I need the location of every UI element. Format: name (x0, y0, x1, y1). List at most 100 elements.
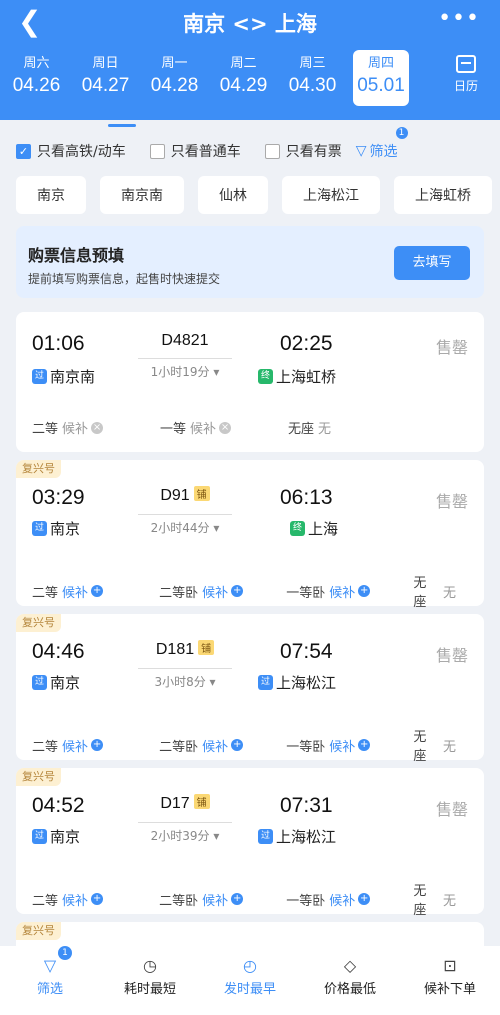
terminal-mark: 终 (290, 521, 305, 536)
scroll-indicator (108, 124, 136, 127)
seat-option[interactable]: 一等卧 候补 + (286, 880, 397, 918)
departure-time: 04:46 (32, 640, 85, 663)
from-station: 过南京 (32, 826, 80, 847)
calendar-button[interactable]: 日历 (446, 55, 486, 94)
filter-button[interactable]: ▽ 筛选 1 (356, 127, 408, 161)
station-chip[interactable]: 南京 (16, 176, 86, 214)
train-card[interactable]: 01:06 D4821 02:25 售罄 1小时19分 ▾ 过南京南 终上海虹桥… (16, 312, 484, 452)
train-card[interactable]: 复兴号 04:46 D181 铺 07:54 售罄 3小时8分 ▾ 过南京 过上海… (16, 614, 484, 764)
seat-option[interactable]: 二等 候补 + (32, 572, 143, 610)
seat-option[interactable]: 无座无 (413, 880, 456, 918)
price-tag-icon: ◇ (343, 956, 357, 975)
to-station: 终上海虹桥 (258, 366, 336, 387)
add-icon: + (358, 893, 371, 905)
pass-mark: 过 (32, 675, 47, 690)
add-icon: + (231, 739, 244, 751)
filter-badge: 1 (58, 946, 72, 960)
duration[interactable]: 2小时39分 ▾ (138, 822, 232, 844)
pass-mark: 过 (258, 829, 273, 844)
available-only-checkbox[interactable]: 只看有票 (264, 141, 342, 161)
arrival-time: 06:13 (280, 486, 333, 509)
train-number: D91 铺 (138, 486, 232, 505)
seat-option[interactable]: 二等卧 候补 + (159, 726, 270, 764)
date-item-selected[interactable]: 周四 05.01 (353, 50, 409, 106)
from-station: 过南京南 (32, 366, 95, 387)
prefill-subtitle: 提前填写购票信息，起售时快速提交 (28, 272, 221, 286)
seat-option[interactable]: 一等卧 候补 + (286, 572, 397, 610)
date-item[interactable]: 周六 04.26 (2, 50, 71, 110)
filter-icon: ▽ (43, 956, 57, 975)
to-station: 终上海 (290, 518, 338, 539)
route-title: 南京 <> 上海 (183, 12, 317, 36)
station-chip[interactable]: 上海虹桥 (394, 176, 492, 214)
date-item[interactable]: 周一 04.28 (140, 50, 209, 110)
terminal-mark: 终 (258, 369, 273, 384)
tab-shortest[interactable]: ◷ 耗时最短 (100, 946, 200, 1015)
date-item[interactable]: 周三 04.30 (278, 50, 347, 110)
train-card[interactable]: 复兴号 03:29 D91 铺 06:13 售罄 2小时44分 ▾ 过南京 终上海… (16, 460, 484, 610)
seat-option[interactable]: 二等卧 候补 + (159, 880, 270, 918)
fuxing-tag: 复兴号 (16, 768, 61, 786)
station-chip[interactable]: 仙林 (198, 176, 268, 214)
fuxing-tag: 复兴号 (16, 922, 61, 940)
seat-row: 二等 候补 + 二等卧 候补 + 一等卧 候补 + 无座无 (32, 572, 472, 610)
to-station: 过上海松江 (258, 672, 336, 693)
arrival-time: 07:54 (280, 640, 333, 663)
arrival-time: 02:25 (280, 332, 333, 355)
station-chip[interactable]: 南京南 (100, 176, 184, 214)
tab-waitlist-order[interactable]: ⊡ 候补下单 (400, 946, 500, 1015)
check-icon: ✓ (16, 143, 31, 159)
date-item[interactable]: 周二 04.29 (209, 50, 278, 110)
station-chip[interactable]: 上海松江 (282, 176, 380, 214)
fuxing-tag: 复兴号 (16, 614, 61, 632)
tab-filter[interactable]: ▽ 1 筛选 (0, 946, 100, 1015)
seat-option[interactable]: 无座无 (413, 726, 456, 764)
seat-option[interactable]: 一等卧 候补 + (286, 726, 397, 764)
status-sold-out: 售罄 (435, 492, 468, 511)
to-station: 过上海松江 (258, 826, 336, 847)
prefill-button[interactable]: 去填写 (394, 246, 470, 280)
normal-train-checkbox[interactable]: 只看普通车 (149, 141, 241, 161)
duration[interactable]: 1小时19分 ▾ (138, 358, 232, 380)
tab-lowest-price[interactable]: ◇ 价格最低 (300, 946, 400, 1015)
prefill-title: 购票信息预填 (28, 246, 125, 265)
tab-earliest[interactable]: ◴ 发时最早 (200, 946, 300, 1015)
seat-row: 二等 候补 + 二等卧 候补 + 一等卧 候补 + 无座无 (32, 880, 472, 918)
duration[interactable]: 2小时44分 ▾ (138, 514, 232, 536)
seat-option[interactable]: 无座无 (413, 572, 456, 610)
add-icon: + (231, 893, 244, 905)
pass-mark: 过 (32, 369, 47, 384)
departure-time: 03:29 (32, 486, 85, 509)
add-icon: + (91, 739, 104, 751)
high-speed-checkbox[interactable]: ✓ 只看高铁/动车 (16, 141, 126, 161)
cart-icon: ⊡ (443, 956, 457, 975)
add-icon: + (91, 585, 104, 597)
prefill-banner: 购票信息预填 提前填写购票信息，起售时快速提交 去填写 (16, 226, 484, 298)
unavailable-icon: × (219, 421, 232, 434)
train-card[interactable]: 复兴号 04:52 D17 铺 07:31 售罄 2小时39分 ▾ 过南京 过上海… (16, 768, 484, 918)
status-sold-out: 售罄 (435, 338, 468, 357)
seat-option[interactable]: 二等 候补 + (32, 726, 143, 764)
departure-time: 04:52 (32, 794, 85, 817)
berth-badge: 铺 (193, 486, 210, 501)
pass-mark: 过 (258, 675, 273, 690)
add-icon: + (91, 893, 104, 905)
seat-option[interactable]: 二等卧 候补 + (159, 572, 270, 610)
train-number: D17 铺 (138, 794, 232, 813)
seat-option[interactable]: 二等 候补 × (32, 418, 144, 437)
seat-option[interactable]: 无座无 (288, 418, 331, 437)
status-sold-out: 售罄 (435, 800, 468, 819)
seat-option[interactable]: 二等 候补 + (32, 880, 143, 918)
duration[interactable]: 3小时8分 ▾ (138, 668, 232, 690)
seat-row: 二等 候补 × 一等 候补 × 无座无 (32, 418, 472, 437)
top-header: ❮ 南京 <> 上海 ••• 周六 04.26 周日 04.27 周一 04.2… (0, 0, 500, 120)
calendar-icon (456, 55, 476, 73)
bottom-tab-bar: ▽ 1 筛选 ◷ 耗时最短 ◴ 发时最早 ◇ 价格最低 ⊡ 候补下单 (0, 946, 500, 1015)
seat-row: 二等 候补 + 二等卧 候补 + 一等卧 候补 + 无座无 (32, 726, 472, 764)
status-sold-out: 售罄 (435, 646, 468, 665)
from-station: 过南京 (32, 672, 80, 693)
date-item[interactable]: 周日 04.27 (71, 50, 140, 110)
more-icon[interactable]: ••• (438, 6, 480, 31)
seat-option[interactable]: 一等 候补 × (160, 418, 272, 437)
24h-icon: ◴ (243, 956, 257, 975)
